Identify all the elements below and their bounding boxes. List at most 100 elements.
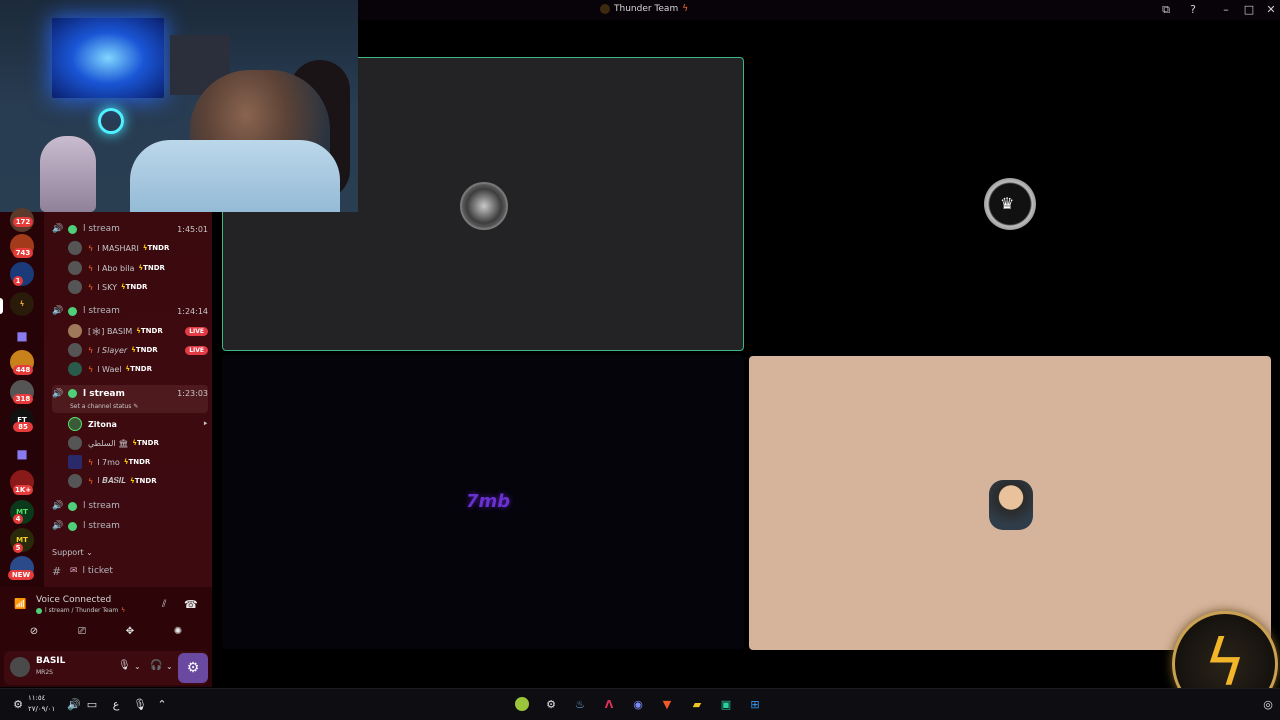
- soundboard-button[interactable]: ✺: [156, 623, 200, 641]
- unread-badge: 5: [13, 543, 23, 553]
- camera-off-button[interactable]: ⊘: [12, 623, 56, 641]
- cartoon-avatar: [989, 480, 1033, 530]
- unread-badge: 318: [13, 394, 33, 404]
- category-support[interactable]: Support ⌄: [52, 548, 93, 557]
- voice-member[interactable]: ϟl 7mo ϟTNDR: [68, 453, 208, 471]
- voice-channel[interactable]: 🔊 l stream 1:45:01: [52, 220, 208, 238]
- text-channel-ticket[interactable]: # ✉ l ticket: [52, 563, 208, 579]
- video-tile-4[interactable]: [749, 356, 1271, 650]
- screen-share-icon[interactable]: ⧉: [1159, 3, 1173, 17]
- disconnect-icon[interactable]: ☎: [184, 598, 198, 611]
- help-icon[interactable]: ?: [1186, 3, 1200, 17]
- online-dot: [68, 306, 77, 316]
- unread-badge: 1: [13, 276, 23, 286]
- voice-member[interactable]: ϟl SKY ϟTNDR: [68, 278, 208, 296]
- voice-member[interactable]: ϟl Slayer ϟTNDR LIVE: [68, 341, 208, 359]
- webcam-overlay: [0, 0, 358, 212]
- windows-start-icon[interactable]: ⊞: [747, 697, 763, 713]
- avatar[interactable]: [10, 657, 30, 677]
- avatar: [68, 324, 82, 338]
- app-icon[interactable]: [514, 697, 530, 713]
- avatar: [68, 455, 82, 469]
- brave-icon[interactable]: ▼: [659, 697, 675, 713]
- voice-member[interactable]: ϟl 𝑩𝑨𝑺𝑰𝑳 ϟTNDR: [68, 472, 208, 490]
- file-explorer-icon[interactable]: ▰: [689, 697, 705, 713]
- voice-status: Voice Connected: [36, 595, 112, 605]
- voice-member[interactable]: [🕸] BASIM ϟTNDR LIVE: [68, 322, 208, 340]
- avatar: [68, 261, 82, 275]
- tray-icon[interactable]: ◎: [1260, 697, 1276, 713]
- network-icon[interactable]: ⚙: [10, 697, 26, 713]
- unread-badge: 448: [13, 365, 33, 375]
- tv-screen: [52, 18, 164, 98]
- clock[interactable]: ١١:٥٤ ٢٧/٠٩/٠١: [28, 693, 55, 715]
- display-icon[interactable]: ▭: [84, 697, 100, 713]
- voice-channel[interactable]: 🔊 l stream: [52, 497, 208, 515]
- app-icon[interactable]: Λ: [601, 697, 617, 713]
- playstation-icon: ⯈: [202, 419, 208, 428]
- user-panel: BASIL MR2S 🎙 ⌄ 🎧 ⌄ ⚙: [4, 651, 208, 685]
- window-title: Thunder Team ϟ: [600, 4, 688, 14]
- avatar: [68, 241, 82, 255]
- server-icon: [600, 4, 610, 14]
- live-badge: LIVE: [185, 326, 208, 336]
- voice-member[interactable]: ϟl Wael ϟTNDR: [68, 360, 208, 378]
- tile-label: 7mb: [466, 491, 511, 512]
- speaker-icon: 🔊: [52, 501, 64, 511]
- chevron-down-icon[interactable]: ⌄: [134, 662, 141, 671]
- channel-status[interactable]: Set a channel status ✎: [70, 403, 138, 410]
- activities-button[interactable]: ✥: [108, 623, 152, 641]
- voice-member[interactable]: ϟl Abo bila ϟTNDR: [68, 259, 208, 277]
- server-rail: 172 743 1 ϟ ■ 448 318 FT 85 ■ 1K+ MT 4 M…: [0, 208, 44, 587]
- chevron-down-icon[interactable]: ⌄: [166, 662, 173, 671]
- gear-icon[interactable]: ⚙: [178, 653, 208, 683]
- chevron-up-icon[interactable]: ⌃: [154, 697, 170, 713]
- headphones-icon[interactable]: 🎧: [150, 660, 162, 671]
- hash-icon: #: [52, 564, 62, 578]
- video-tile-2[interactable]: ♛: [749, 57, 1271, 351]
- folder-icon[interactable]: ■: [10, 324, 34, 348]
- mic-icon[interactable]: 🎙: [118, 660, 131, 671]
- maximize-icon[interactable]: □: [1242, 3, 1256, 17]
- noise-suppression-icon[interactable]: ⫽: [162, 599, 166, 610]
- avatar: [68, 362, 82, 376]
- settings-icon[interactable]: ⚙: [543, 697, 559, 713]
- server-icon[interactable]: ϟ: [10, 292, 34, 316]
- bolt-icon: ϟ: [88, 263, 94, 273]
- voice-member[interactable]: ϟl MASHARI ϟTNDR: [68, 239, 208, 257]
- new-badge: NEW: [8, 570, 34, 580]
- video-tile-3[interactable]: 7mb: [222, 355, 744, 649]
- live-badge: LIVE: [185, 345, 208, 355]
- online-dot: [68, 521, 77, 531]
- voice-channel[interactable]: 🔊 l stream: [52, 517, 208, 535]
- speaker-icon: 🔊: [52, 224, 64, 234]
- voice-member[interactable]: Zitona ⯈: [68, 415, 208, 433]
- steam-icon[interactable]: ♨: [572, 697, 588, 713]
- screen-share-button[interactable]: ⎚: [60, 623, 104, 641]
- voice-location[interactable]: l stream / Thunder Team ϟ: [36, 607, 125, 614]
- vase: [40, 136, 96, 212]
- taskbar: ⚙ ١١:٥٤ ٢٧/٠٩/٠١ 🔊 ▭ ع 🎙 ⌃ ⚙ ♨ Λ ◉ ▼ ▰ ▣ …: [0, 688, 1280, 720]
- language-indicator[interactable]: ع: [108, 697, 124, 713]
- avatar: [68, 474, 82, 488]
- unread-badge: 172: [13, 217, 33, 227]
- voice-member[interactable]: السلطي 🏛 ϟTNDR: [68, 434, 208, 452]
- online-dot: [68, 389, 77, 398]
- speaker-icon: 🔊: [52, 306, 64, 316]
- bolt-icon: ϟ: [88, 345, 94, 355]
- speaker-icon: 🔊: [52, 521, 64, 531]
- user-status: MR2S: [36, 669, 53, 676]
- streamer-shirt: [130, 140, 340, 212]
- app-icon[interactable]: ▣: [718, 697, 734, 713]
- avatar: [68, 343, 82, 357]
- online-dot: [68, 501, 77, 511]
- voice-channel[interactable]: 🔊 l stream 1:24:14: [52, 302, 208, 320]
- volume-icon[interactable]: 🔊: [66, 697, 82, 713]
- bolt-icon: ϟ: [88, 243, 94, 253]
- close-icon[interactable]: ✕: [1264, 3, 1278, 17]
- microphone-icon[interactable]: 🎙: [132, 697, 148, 713]
- folder-icon[interactable]: ■: [10, 442, 34, 466]
- discord-icon[interactable]: ◉: [630, 697, 646, 713]
- minimize-icon[interactable]: –: [1219, 3, 1233, 17]
- participant-avatar: [460, 182, 508, 230]
